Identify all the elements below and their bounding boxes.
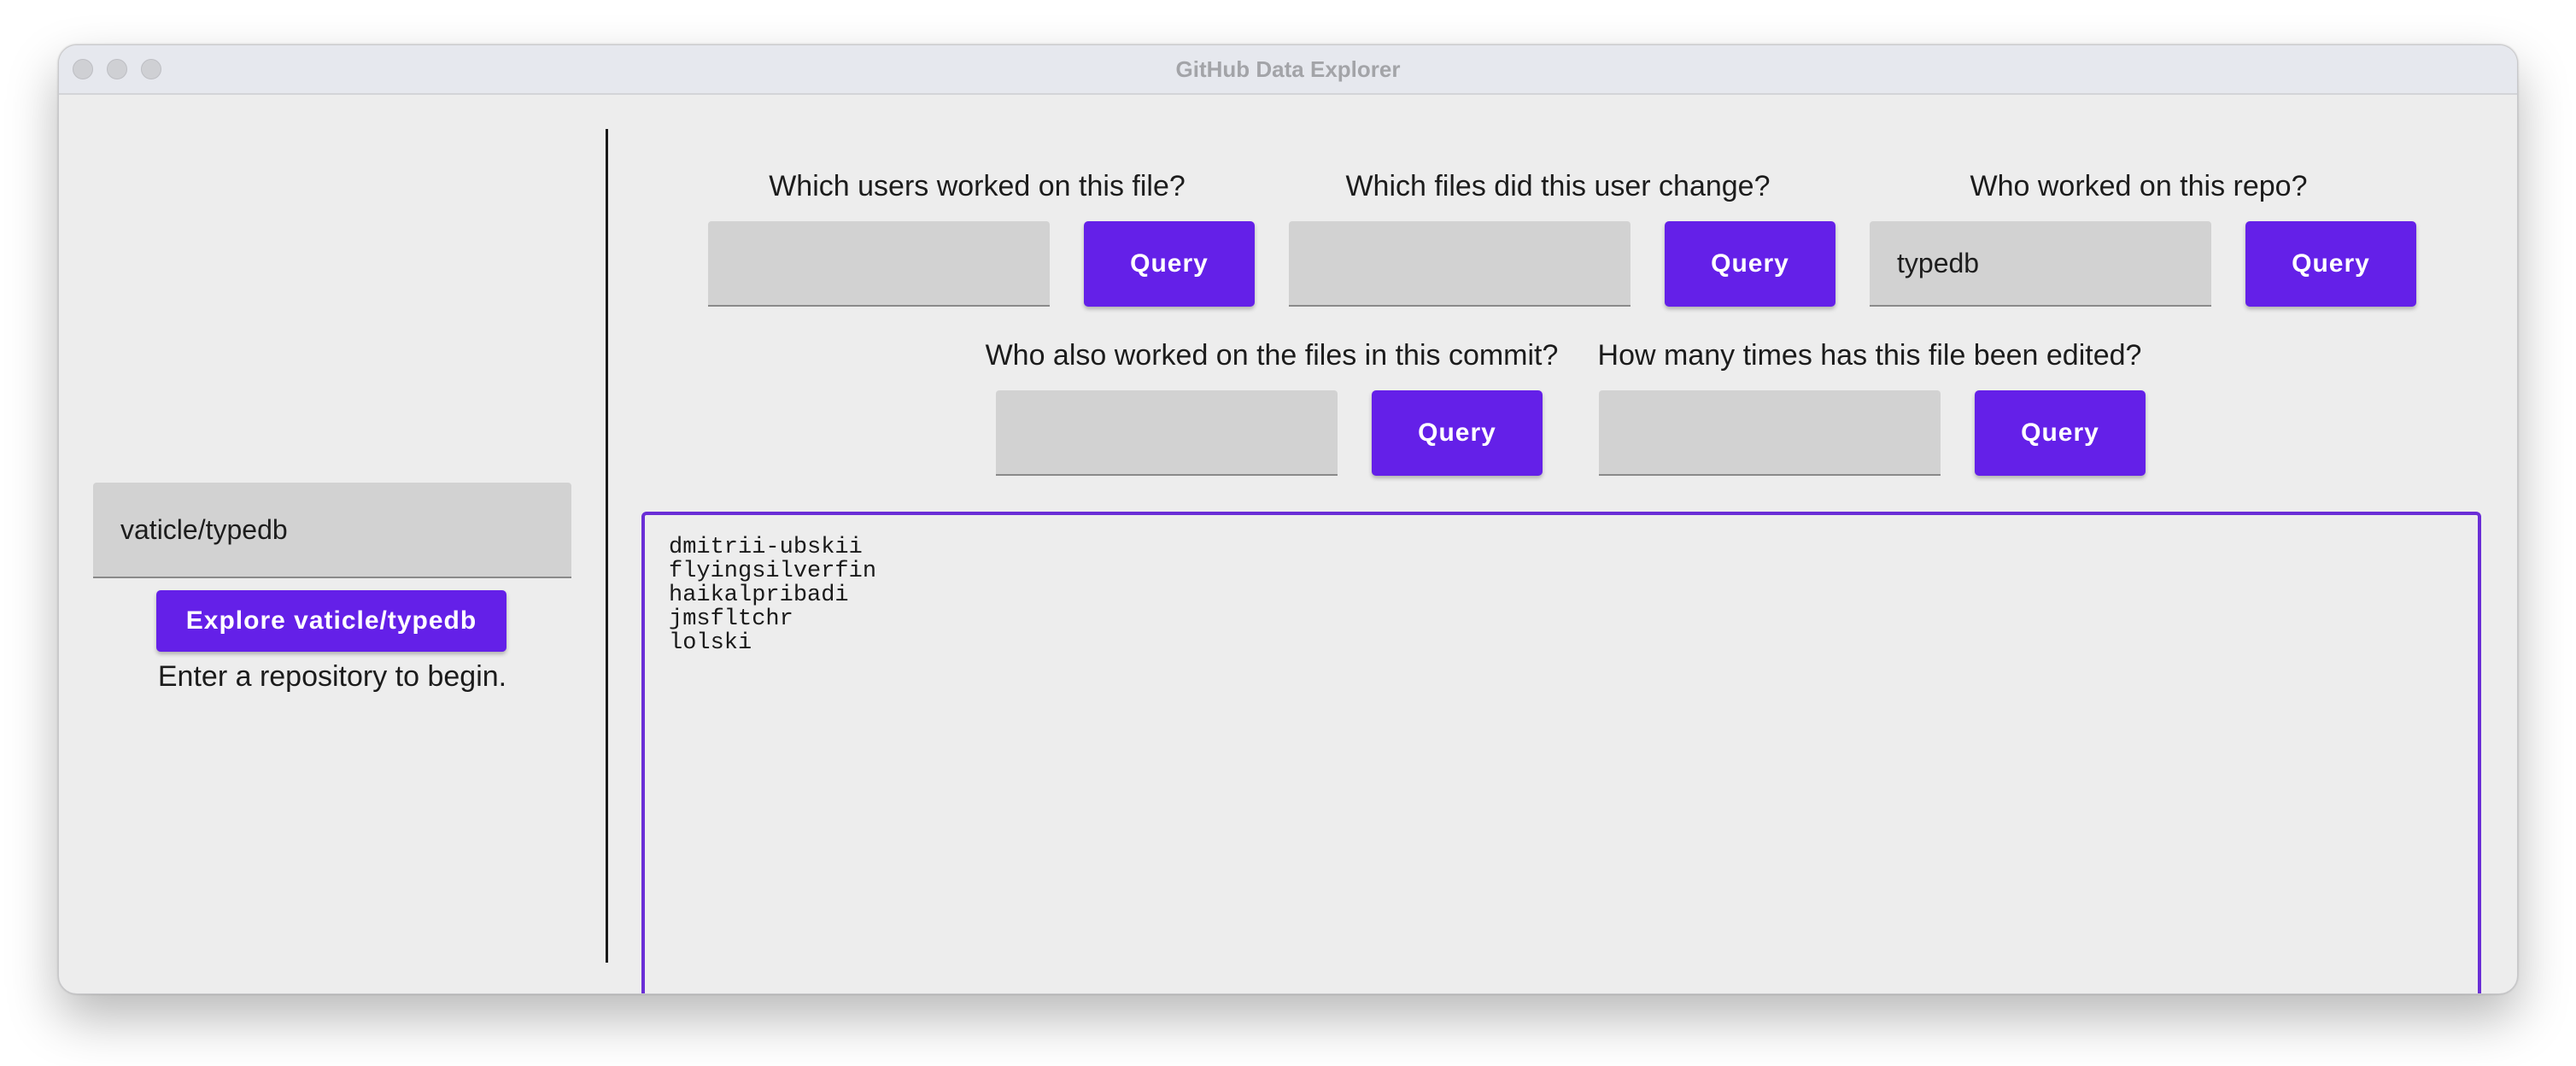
query-repo-workers-button[interactable]: Query xyxy=(2245,221,2416,307)
result-line: lolski xyxy=(669,630,752,656)
query-commit-coworkers-button[interactable]: Query xyxy=(1372,390,1543,476)
query-question: Which users worked on this file? xyxy=(769,170,1186,202)
explore-repo-button[interactable]: Explore vaticle/typedb xyxy=(156,590,506,652)
file-path-input[interactable] xyxy=(708,221,1050,307)
query-question: Who also worked on the files in this com… xyxy=(985,339,1559,372)
commit-input[interactable] xyxy=(996,390,1338,476)
query-files-by-user-button[interactable]: Query xyxy=(1665,221,1835,307)
title-bar: GitHub Data Explorer xyxy=(59,45,2517,95)
main-content: vaticle/typedb Explore vaticle/typedb En… xyxy=(59,95,2517,993)
result-line: jmsfltchr xyxy=(669,606,793,632)
repo-name-input[interactable]: typedb xyxy=(1870,221,2211,307)
result-line: haikalpribadi xyxy=(669,583,849,608)
user-input[interactable] xyxy=(1289,221,1630,307)
repo-input-value: vaticle/typedb xyxy=(120,513,288,545)
results-textarea[interactable]: dmitrii-ubskii flyingsilverfin haikalpri… xyxy=(641,512,2481,993)
repo-name-input-value: typedb xyxy=(1897,247,1980,278)
status-text: Enter a repository to begin. xyxy=(157,660,507,693)
query-question: How many times has this file been edited… xyxy=(1597,339,2142,372)
query-users-on-file-button[interactable]: Query xyxy=(1084,221,1255,307)
sidebar: vaticle/typedb Explore vaticle/typedb En… xyxy=(59,95,606,993)
query-question: Which files did this user change? xyxy=(1345,170,1771,202)
query-question: Who worked on this repo? xyxy=(1970,170,2308,202)
result-line: dmitrii-ubskii xyxy=(669,535,863,560)
sidebar-divider xyxy=(606,129,608,963)
repo-input[interactable]: vaticle/typedb xyxy=(93,483,571,578)
query-file-edit-count-button[interactable]: Query xyxy=(1975,390,2146,476)
window-title: GitHub Data Explorer xyxy=(1175,56,1401,82)
result-line: flyingsilverfin xyxy=(669,559,877,584)
app-window: GitHub Data Explorer vaticle/typedb Expl… xyxy=(58,44,2518,994)
edited-file-input[interactable] xyxy=(1599,390,1941,476)
